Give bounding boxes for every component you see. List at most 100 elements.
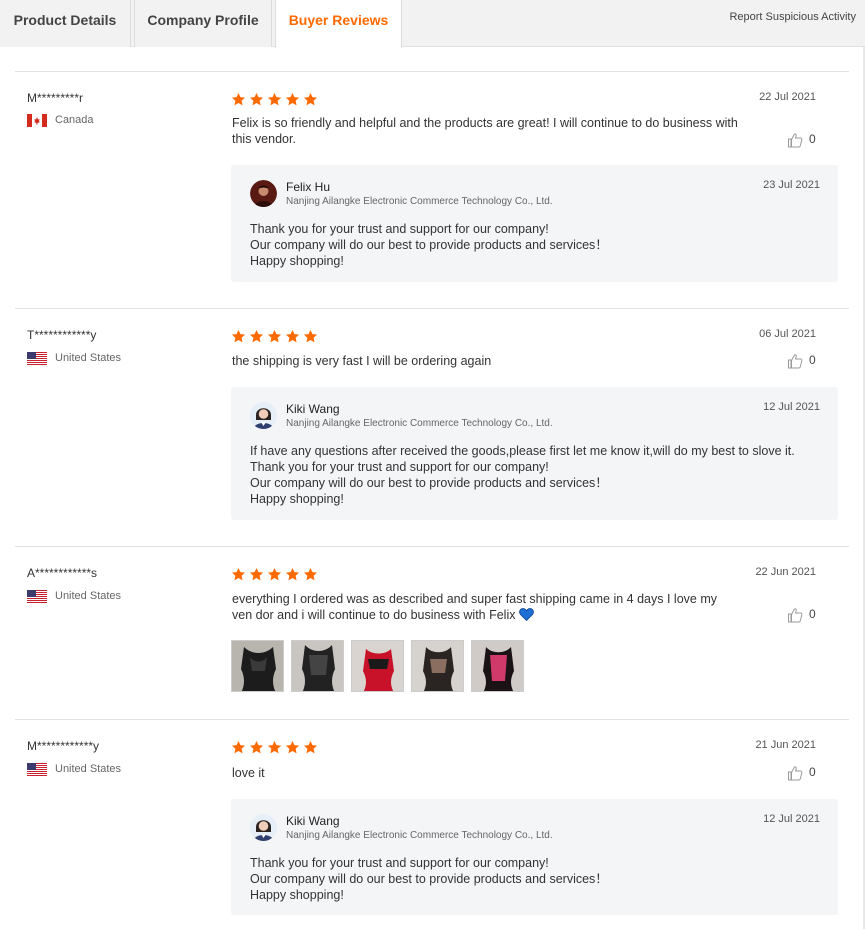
review-date: 22 Jun 2021 [755, 566, 816, 578]
reply-text: If have any questions after received the… [250, 443, 795, 507]
review-photo[interactable] [471, 640, 524, 692]
star-icon [303, 740, 318, 754]
like-button[interactable]: 0 [787, 607, 827, 623]
star-icon [303, 567, 318, 581]
reply-line: Happy shopping! [250, 492, 344, 506]
review-photo[interactable] [231, 640, 284, 692]
star-icon [303, 92, 318, 106]
reply-date: 12 Jul 2021 [763, 401, 820, 413]
reply-line: Our company will do our best to provide … [250, 872, 608, 886]
thumbs-up-icon [788, 354, 803, 369]
tab-company-profile[interactable]: Company Profile [134, 0, 272, 47]
star-rating [231, 329, 318, 344]
country-name: United States [55, 352, 122, 364]
review-date: 06 Jul 2021 [759, 328, 816, 340]
reply-line: Thank you for your trust and support for… [250, 460, 549, 474]
country-name: United States [55, 590, 122, 602]
tab-product-details[interactable]: Product Details [0, 0, 131, 47]
report-suspicious-activity-link[interactable]: Report Suspicious Activity [729, 11, 856, 23]
review-photo[interactable] [291, 640, 344, 692]
buyer-name: A************s [27, 566, 98, 580]
review-photo[interactable] [351, 640, 404, 692]
like-button[interactable]: 0 [787, 353, 827, 369]
thumbs-up-icon [788, 608, 803, 623]
country-name: Canada [55, 114, 94, 126]
star-icon [249, 329, 264, 343]
star-icon [249, 92, 264, 106]
star-rating [231, 740, 318, 755]
reply-author-name: Felix Hu [286, 180, 331, 194]
reply-text: Thank you for your trust and support for… [250, 221, 608, 269]
star-icon [267, 329, 282, 343]
star-icon [303, 329, 318, 343]
reply-line: Thank you for your trust and support for… [250, 856, 549, 870]
star-icon [267, 740, 282, 754]
like-count: 0 [809, 132, 816, 146]
review-photos [231, 640, 524, 692]
seller-reply: Kiki Wang Nanjing Ailangke Electronic Co… [231, 387, 838, 520]
tab-bar: Product Details Company Profile Buyer Re… [0, 0, 865, 48]
star-icon [285, 740, 300, 754]
star-icon [249, 567, 264, 581]
country-name: United States [55, 763, 122, 775]
canada-flag-icon [27, 114, 47, 127]
star-icon [285, 567, 300, 581]
avatar [250, 402, 277, 429]
reply-author-name: Kiki Wang [286, 402, 340, 416]
review-text: the shipping is very fast I will be orde… [232, 354, 492, 368]
reply-line: Happy shopping! [250, 888, 344, 902]
star-icon [231, 740, 246, 754]
review-text: love it [232, 766, 265, 780]
star-rating [231, 92, 318, 107]
reply-author-name: Kiki Wang [286, 814, 340, 828]
reply-line: Thank you for your trust and support for… [250, 222, 549, 236]
us-flag-icon [27, 590, 47, 603]
tab-buyer-reviews[interactable]: Buyer Reviews [275, 0, 402, 48]
avatar [250, 814, 277, 841]
review-item: A************s United States 22 Jun 2021… [15, 546, 849, 719]
reply-company: Nanjing Ailangke Electronic Commerce Tec… [286, 196, 553, 207]
buyer-name: M*********r [27, 91, 84, 105]
star-icon [231, 567, 246, 581]
thumbs-up-icon [788, 766, 803, 781]
review-date: 22 Jul 2021 [759, 91, 816, 103]
seller-reply: Kiki Wang Nanjing Ailangke Electronic Co… [231, 799, 838, 915]
blue-heart-icon [519, 608, 534, 622]
review-item: T************y United States 06 Jul 2021… [15, 308, 849, 546]
reply-company: Nanjing Ailangke Electronic Commerce Tec… [286, 418, 553, 429]
like-count: 0 [809, 765, 816, 779]
review-text: Felix is so friendly and helpful and the… [232, 116, 738, 146]
buyer-name: M************y [27, 739, 100, 753]
reply-date: 12 Jul 2021 [763, 813, 820, 825]
star-icon [231, 329, 246, 343]
star-icon [249, 740, 264, 754]
star-icon [267, 567, 282, 581]
review-photo[interactable] [411, 640, 464, 692]
review-text: everything I ordered was as described an… [232, 591, 737, 623]
review-date: 21 Jun 2021 [755, 739, 816, 751]
us-flag-icon [27, 763, 47, 776]
reply-line: Our company will do our best to provide … [250, 476, 608, 490]
star-icon [267, 92, 282, 106]
reply-line: Our company will do our best to provide … [250, 238, 608, 252]
star-icon [285, 329, 300, 343]
review-item: M*********r Canada 22 Jul 2021 Felix is … [15, 71, 849, 308]
review-text-body: everything I ordered was as described an… [232, 592, 717, 622]
reply-line: If have any questions after received the… [250, 444, 795, 458]
like-button[interactable]: 0 [787, 765, 827, 781]
reply-line: Happy shopping! [250, 254, 344, 268]
seller-reply: Felix Hu Nanjing Ailangke Electronic Com… [231, 165, 838, 282]
star-icon [231, 92, 246, 106]
like-count: 0 [809, 353, 816, 367]
us-flag-icon [27, 352, 47, 365]
reply-date: 23 Jul 2021 [763, 179, 820, 191]
like-button[interactable]: 0 [787, 132, 827, 148]
like-count: 0 [809, 607, 816, 621]
review-item: M************y United States 21 Jun 2021… [15, 719, 849, 929]
star-icon [285, 92, 300, 106]
avatar [250, 180, 277, 207]
reply-company: Nanjing Ailangke Electronic Commerce Tec… [286, 830, 553, 841]
reply-text: Thank you for your trust and support for… [250, 855, 608, 903]
star-rating [231, 567, 318, 582]
thumbs-up-icon [788, 133, 803, 148]
